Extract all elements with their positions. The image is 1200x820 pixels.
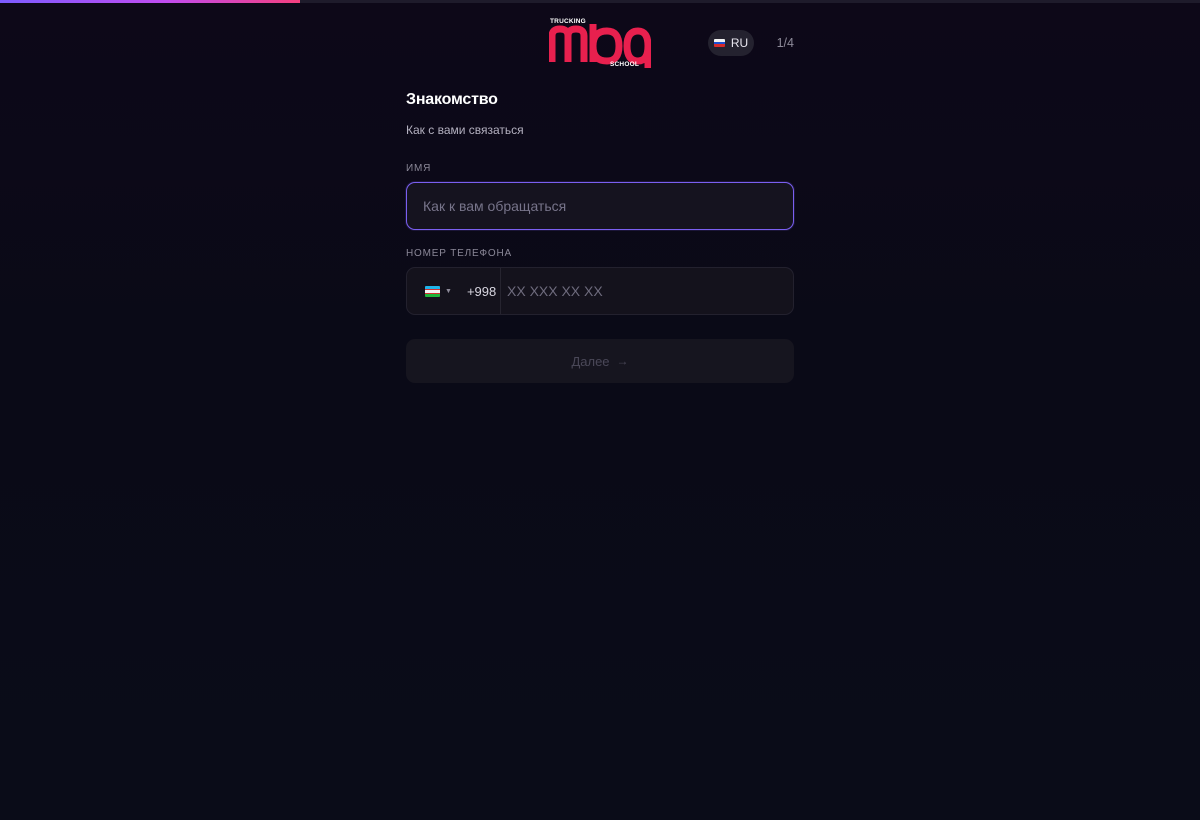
phone-label: НОМЕР ТЕЛЕФОНА [406,248,512,259]
contact-form: Знакомство Как с вами связаться ИМЯ НОМЕ… [406,88,794,383]
language-switcher[interactable]: RU [708,30,754,56]
page-subtitle: Как с вами связаться [406,123,524,137]
arrow-right-icon: → [616,354,629,368]
flag-ru-icon [713,39,725,47]
flag-uz-icon [425,285,440,297]
step-indicator: 1/4 [776,36,794,50]
progress-bar [0,0,1200,3]
progress-fill [0,0,300,3]
name-label: ИМЯ [406,163,432,174]
phone-input[interactable] [501,268,793,314]
chevron-down-icon: ▼ [445,287,452,295]
next-button[interactable]: Далее → [406,339,794,383]
language-code: RU [730,36,749,50]
page-title: Знакомство [406,91,498,108]
phone-field: ▼ +998 [406,267,794,315]
header: TRUCKING SCHOOL RU 1/4 [406,14,794,70]
next-button-label: Далее [571,353,610,369]
country-selector[interactable]: ▼ +998 [407,268,501,314]
logo-bottom-text: SCHOOL [610,61,640,68]
logo: TRUCKING SCHOOL [549,16,651,70]
country-code: +998 [466,283,497,299]
name-input[interactable] [406,182,794,230]
